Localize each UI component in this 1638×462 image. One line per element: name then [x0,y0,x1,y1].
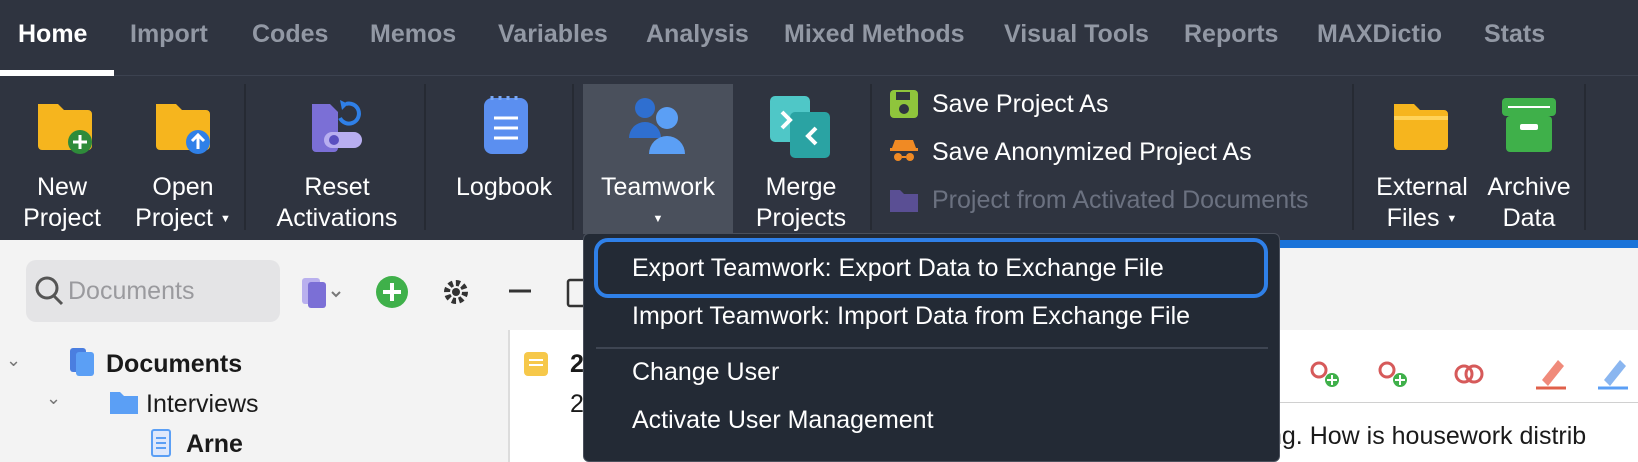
memo-icon[interactable] [522,350,550,378]
tab-codes[interactable]: Codes [252,20,328,49]
gear-icon[interactable] [440,276,472,308]
teamwork-button[interactable]: Teamwork ▼ [583,84,733,234]
archive-box-icon [1502,98,1556,152]
collapse-chevron-icon[interactable]: ⌄ [6,350,21,371]
anonymous-agent-icon [890,140,918,161]
add-icon[interactable] [374,274,410,310]
logbook-button[interactable]: Logbook [444,84,564,234]
merge-projects-button[interactable]: Merge Projects [740,84,862,234]
documents-icon [70,348,94,376]
document-text: ng. How is housework distrib [1268,422,1587,450]
reset-activations-button[interactable]: Reset Activations [262,84,412,234]
tab-import[interactable]: Import [130,20,208,49]
dropdown-arrow-icon[interactable]: ▼ [1446,213,1457,225]
logbook-icon [484,96,528,154]
open-project-button[interactable]: Open Project ▼ [124,84,242,234]
save-anonymized-label: Save Anonymized Project As [932,138,1252,166]
code-add-icon[interactable] [1308,358,1342,390]
ribbon-separator [870,84,872,230]
collapse-chevron-icon[interactable]: ⌄ [46,388,61,409]
menu-item-export-teamwork[interactable]: Export Teamwork: Export Data to Exchange… [632,254,1164,283]
save-icon [890,90,918,118]
dropdown-arrow-icon[interactable]: ▼ [220,213,231,225]
menu-item-import-teamwork[interactable]: Import Teamwork: Import Data from Exchan… [632,302,1190,331]
tab-maxdictio[interactable]: MAXDictio [1317,20,1442,49]
search-icon [35,276,64,306]
ribbon-separator [424,84,426,230]
highlighter-red-icon[interactable] [1534,354,1568,390]
tab-reports[interactable]: Reports [1184,20,1278,49]
viewer-toolbar-divider [1235,402,1638,403]
tree-doc-arne[interactable]: Arne [186,430,243,459]
menu-separator [596,347,1268,349]
search-placeholder: Documents [68,277,195,305]
tab-visual-tools[interactable]: Visual Tools [1004,20,1149,49]
remove-codes-icon[interactable] [1452,358,1486,390]
merge-label-1: Merge [765,173,837,201]
tab-home[interactable]: Home [18,20,87,49]
teamwork-dropdown-menu: Export Teamwork: Export Data to Exchange… [583,233,1280,462]
external-files-button[interactable]: External Files ▼ [1366,84,1478,234]
tab-stats[interactable]: Stats [1484,20,1545,49]
minus-icon[interactable] [505,284,535,298]
merge-projects-icon [770,96,830,158]
code-add-icon[interactable] [1376,358,1410,390]
merge-label-2: Projects [755,204,847,232]
reset-label-1: Reset [304,173,370,201]
save-project-as-label: Save Project As [932,90,1109,118]
reset-label-2: Activations [276,204,398,232]
viewer-number-bottom: 2 [570,390,584,418]
project-from-activated-label: Project from Activated Documents [932,186,1309,214]
external-files-label-2: Files [1386,204,1440,232]
highlighter-blue-icon[interactable] [1596,354,1630,390]
folder-icon [110,392,138,414]
document-search-input[interactable]: Documents [26,260,280,322]
tab-memos[interactable]: Memos [370,20,456,49]
archive-label-1: Archive [1487,173,1571,201]
teamwork-label: Teamwork [601,173,715,201]
viewer-number-top: 2 [570,350,584,378]
new-project-button[interactable]: New Project [8,84,116,234]
archive-label-2: Data [1502,204,1556,232]
new-project-label-1: New [36,173,87,201]
menu-item-change-user[interactable]: Change User [632,358,779,387]
folder-icon [890,190,918,212]
external-files-label-1: External [1376,173,1468,201]
ribbon-separator [244,84,246,230]
new-folder-icon [38,104,92,154]
dropdown-arrow-icon: ▼ [652,212,664,225]
archive-data-button[interactable]: Archive Data [1480,84,1578,234]
tab-variables[interactable]: Variables [498,20,608,49]
teamwork-icon [629,98,685,154]
ribbon-toolbar: New Project Open Project ▼ Reset Activation… [0,76,1638,240]
open-project-label-1: Open [152,173,214,201]
ribbon-separator [572,84,574,230]
open-folder-icon [156,104,210,154]
ribbon-separator [1352,84,1354,230]
tree-root-documents[interactable]: Documents [106,350,242,379]
text-document-icon [151,429,171,457]
logbook-label: Logbook [456,173,552,201]
open-project-label-2: Project [135,204,213,232]
tab-mixed-methods[interactable]: Mixed Methods [784,20,965,49]
ribbon-separator [1584,84,1586,230]
new-project-label-2: Project [23,204,101,232]
tree-folder-interviews[interactable]: Interviews [146,390,259,419]
menu-item-activate-user-management[interactable]: Activate User Management [632,406,934,435]
reset-activations-icon [312,100,362,152]
menu-bar: Home Import Codes Memos Variables Analys… [0,0,1638,76]
external-files-folder-icon [1394,104,1448,150]
document-type-icon[interactable] [300,276,342,310]
tab-analysis[interactable]: Analysis [646,20,749,49]
